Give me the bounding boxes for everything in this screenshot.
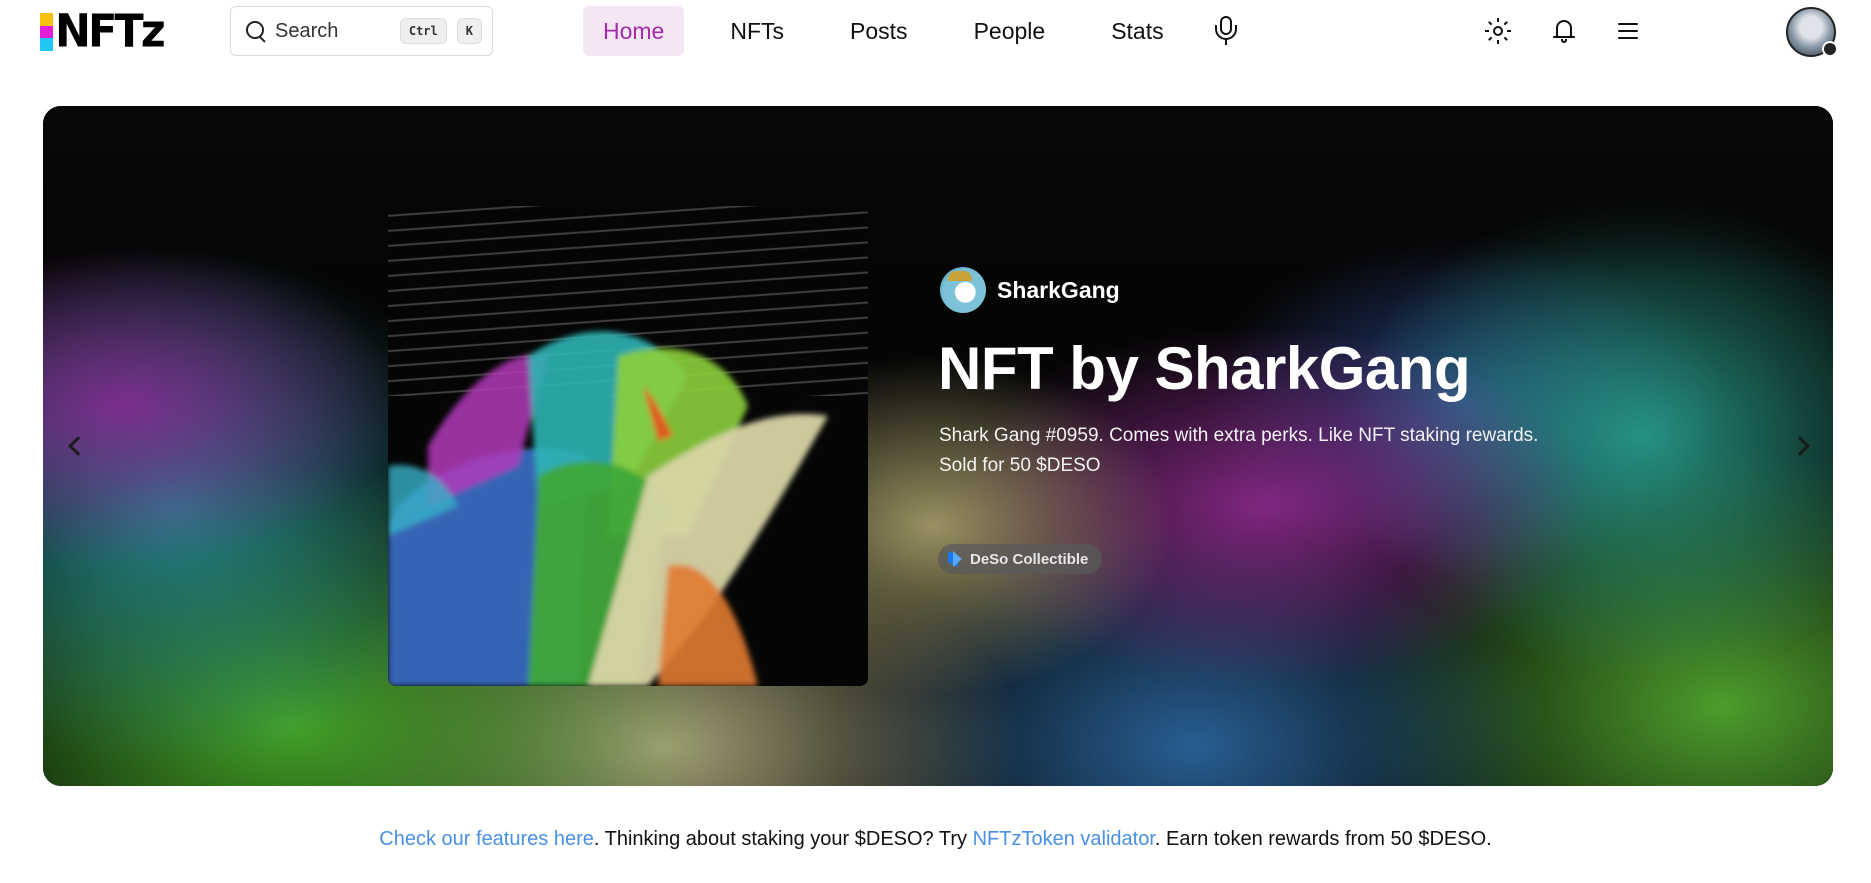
nftz-logo[interactable]: NFTz bbox=[40, 5, 166, 59]
menu-icon bbox=[1618, 23, 1638, 39]
nav-stats[interactable]: Stats bbox=[1091, 6, 1183, 56]
logo-color-bars bbox=[40, 13, 53, 52]
avatar-status-dot bbox=[1822, 41, 1838, 57]
search-label: Search bbox=[275, 19, 339, 42]
logo-text: NFTz bbox=[55, 5, 166, 59]
badge-label: DeSo Collectible bbox=[970, 550, 1089, 568]
sun-icon bbox=[1485, 18, 1511, 44]
nav-posts[interactable]: Posts bbox=[830, 6, 928, 56]
main-nav: Home NFTs Posts People Stats bbox=[583, 6, 1238, 56]
promo-text-2: . Earn token rewards from 50 $DESO. bbox=[1154, 828, 1492, 850]
nft-description: Shark Gang #0959. Comes with extra perks… bbox=[939, 421, 1599, 481]
microphone-icon[interactable] bbox=[1214, 16, 1238, 46]
nav-home[interactable]: Home bbox=[583, 6, 685, 56]
creator-name: SharkGang bbox=[997, 276, 1120, 303]
featured-nft-carousel: SharkGang NFT by SharkGang Shark Gang #0… bbox=[43, 106, 1833, 786]
artwork-painting bbox=[388, 331, 828, 686]
promo-message: Check our features here. Thinking about … bbox=[0, 828, 1871, 851]
shortcut-key-ctrl: Ctrl bbox=[399, 18, 447, 44]
shortcut-key-k: K bbox=[456, 18, 482, 44]
bell-icon bbox=[1552, 18, 1576, 44]
nft-artwork[interactable] bbox=[388, 206, 868, 686]
promo-text-1: . Thinking about staking your $DESO? Try bbox=[593, 828, 973, 850]
creator-profile[interactable]: SharkGang bbox=[940, 267, 1120, 313]
nft-description-text: Shark Gang #0959. Comes with extra perks… bbox=[939, 425, 1539, 446]
notifications-button[interactable] bbox=[1549, 16, 1579, 46]
carousel-next-button[interactable] bbox=[1788, 432, 1816, 460]
theme-toggle-button[interactable] bbox=[1483, 16, 1513, 46]
nav-people[interactable]: People bbox=[954, 6, 1066, 56]
validator-link[interactable]: NFTzToken validator bbox=[973, 828, 1155, 850]
menu-button[interactable] bbox=[1613, 16, 1643, 46]
deso-logo-icon bbox=[948, 551, 962, 567]
search-box[interactable]: Search Ctrl K bbox=[230, 6, 493, 56]
deso-collectible-badge: DeSo Collectible bbox=[938, 544, 1103, 574]
user-avatar[interactable] bbox=[1786, 7, 1838, 57]
nft-title: NFT by SharkGang bbox=[938, 335, 1471, 402]
nft-sold-price: Sold for 50 $DESO bbox=[939, 455, 1101, 476]
search-icon bbox=[245, 20, 267, 42]
creator-avatar bbox=[940, 267, 986, 313]
carousel-prev-button[interactable] bbox=[61, 432, 89, 460]
top-header: NFTz Search Ctrl K Home NFTs Posts Peopl… bbox=[0, 0, 1871, 64]
features-link[interactable]: Check our features here bbox=[379, 828, 594, 850]
nav-nfts[interactable]: NFTs bbox=[710, 6, 804, 56]
